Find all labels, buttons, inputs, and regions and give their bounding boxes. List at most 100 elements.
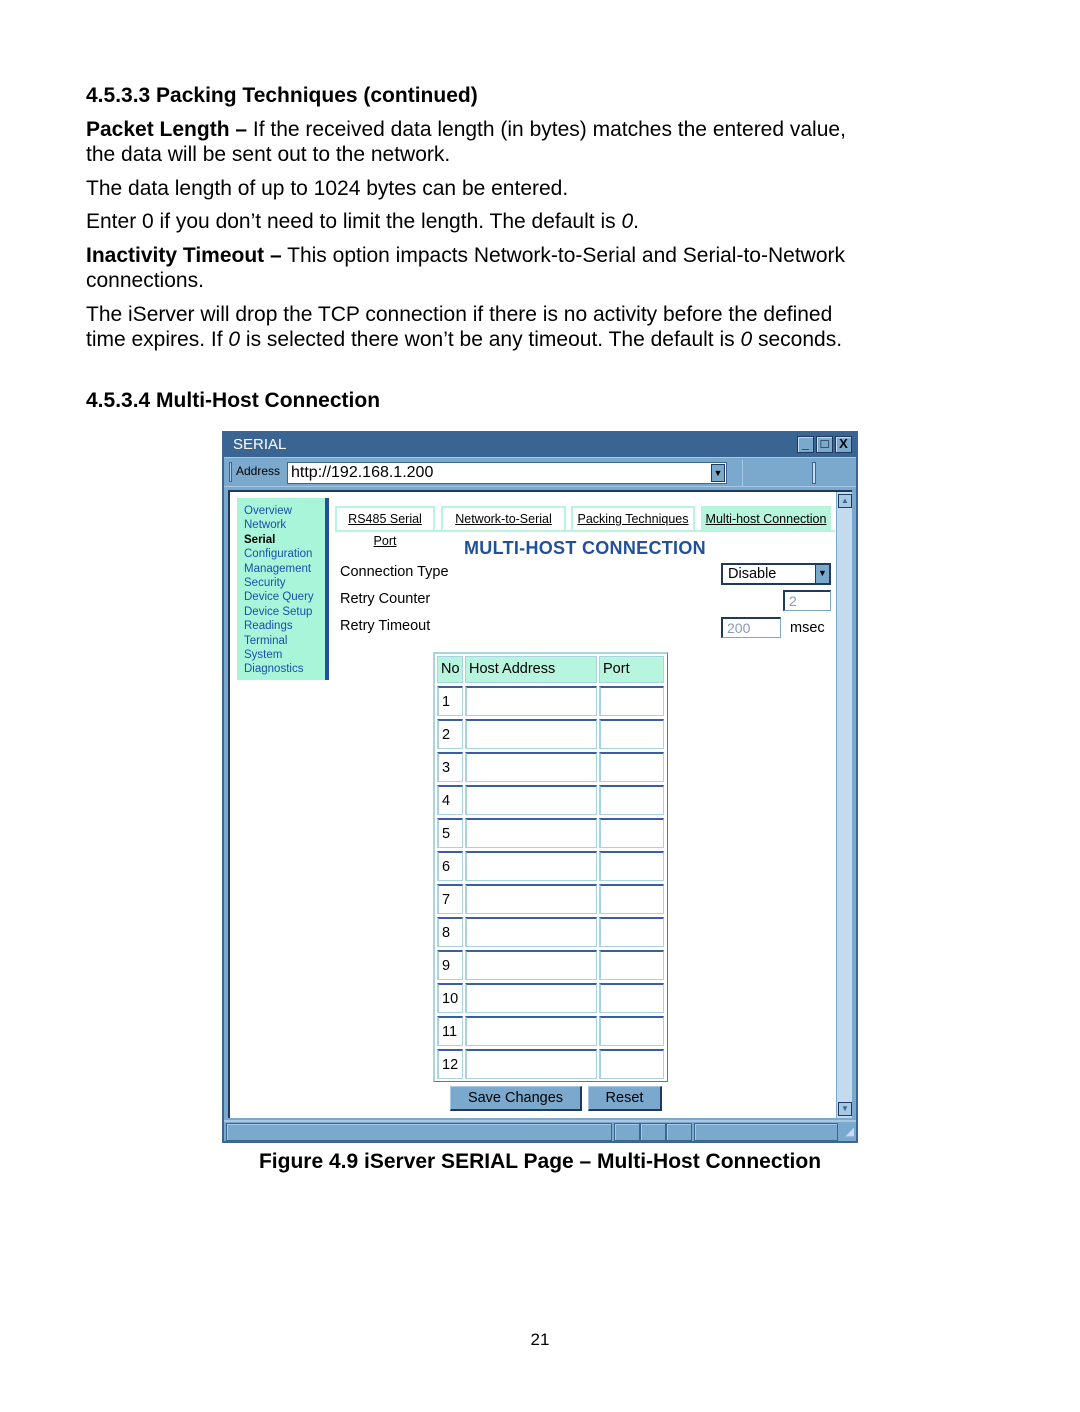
tcp-drop-paragraph: The iServer will drop the TCP connection… (86, 302, 986, 352)
reset-button[interactable]: Reset (588, 1086, 662, 1111)
vertical-scrollbar[interactable]: ▲ ▼ (836, 492, 852, 1118)
sidebar-nav: Overview Network Serial Configuration Ma… (237, 498, 329, 680)
host-address-input[interactable] (465, 785, 597, 815)
chevron-down-icon[interactable]: ▼ (815, 565, 829, 583)
packet-length-term: Packet Length – (86, 118, 248, 141)
retry-timeout-unit: msec (790, 620, 825, 636)
sidebar-item-diagnostics[interactable]: Diagnostics (244, 662, 325, 676)
tab-network-to-serial[interactable]: Network-to-Serial (441, 506, 566, 531)
status-pane-1 (614, 1123, 640, 1141)
column-header-host-address: Host Address (465, 656, 597, 683)
sidebar-item-serial[interactable]: Serial (244, 533, 325, 547)
host-address-input[interactable] (465, 719, 597, 749)
table-header-row: No Host Address Port (437, 656, 665, 683)
scroll-up-icon[interactable]: ▲ (838, 494, 852, 508)
minimize-icon[interactable]: _ (797, 436, 814, 453)
sidebar-item-management[interactable]: Management (244, 562, 325, 576)
host-address-input[interactable] (465, 884, 597, 914)
address-dropdown-icon[interactable]: ▼ (711, 464, 725, 482)
connection-type-value: Disable (728, 566, 777, 582)
address-value: http://192.168.1.200 (291, 464, 434, 481)
address-bar: Address http://192.168.1.200 ▼ (224, 457, 856, 487)
row-number: 9 (437, 950, 463, 980)
host-address-input[interactable] (465, 917, 597, 947)
packet-length-text-1: If the received data length (in bytes) m… (247, 118, 846, 141)
host-address-input[interactable] (465, 818, 597, 848)
port-input[interactable] (599, 983, 664, 1013)
scroll-down-icon[interactable]: ▼ (838, 1102, 852, 1116)
sidebar-item-overview[interactable]: Overview (244, 504, 325, 518)
host-address-input[interactable] (465, 1016, 597, 1046)
host-address-input[interactable] (465, 752, 597, 782)
row-number: 3 (437, 752, 463, 782)
port-input[interactable] (599, 686, 664, 716)
figure-caption: Figure 4.9 iServer SERIAL Page – Multi-H… (258, 1150, 822, 1173)
enter-zero-value: 0 (621, 210, 634, 233)
port-input[interactable] (599, 917, 664, 947)
tab-strip: RS485 Serial Port Network-to-Serial Pack… (335, 506, 835, 548)
maximize-icon[interactable]: □ (816, 436, 833, 453)
sidebar-item-terminal[interactable]: Terminal (244, 634, 325, 648)
table-row: 3 (437, 752, 665, 782)
tab-multi-host-connection[interactable]: Multi-host Connection (701, 506, 831, 531)
port-input[interactable] (599, 1016, 664, 1046)
port-input[interactable] (599, 785, 664, 815)
max-length-paragraph: The data length of up to 1024 bytes can … (86, 177, 569, 200)
table-row: 8 (437, 917, 665, 947)
status-pane-3 (666, 1123, 692, 1141)
row-number: 1 (437, 686, 463, 716)
enter-zero-paragraph: Enter 0 if you don’t need to limit the l… (86, 209, 986, 234)
retry-timeout-label: Retry Timeout (340, 618, 431, 634)
host-address-input[interactable] (465, 1049, 597, 1079)
connection-type-select[interactable]: Disable ▼ (721, 563, 831, 585)
status-pane-2 (640, 1123, 666, 1141)
port-input[interactable] (599, 851, 664, 881)
table-row: 11 (437, 1016, 665, 1046)
connection-type-label: Connection Type (340, 564, 449, 580)
port-input[interactable] (599, 752, 664, 782)
host-address-input[interactable] (465, 686, 597, 716)
tab-rs485-serial-port[interactable]: RS485 Serial Port (335, 506, 435, 548)
row-number: 12 (437, 1049, 463, 1079)
row-number: 2 (437, 719, 463, 749)
page-viewport: Overview Network Serial Configuration Ma… (228, 490, 852, 1118)
table-row: 7 (437, 884, 665, 914)
sidebar-item-device-setup[interactable]: Device Setup (244, 605, 325, 619)
sidebar-item-device-query[interactable]: Device Query (244, 590, 325, 604)
row-number: 5 (437, 818, 463, 848)
retry-counter-input[interactable]: 2 (783, 590, 831, 611)
row-number: 8 (437, 917, 463, 947)
address-input[interactable]: http://192.168.1.200 ▼ (287, 462, 727, 484)
host-address-input[interactable] (465, 983, 597, 1013)
retry-timeout-input[interactable]: 200 (721, 617, 781, 638)
table-row: 9 (437, 950, 665, 980)
host-address-input[interactable] (465, 851, 597, 881)
close-icon[interactable]: X (835, 436, 852, 453)
inactivity-text-2: connections. (86, 269, 204, 292)
host-table: No Host Address Port 1 2 3 4 5 6 7 8 9 10 11 12 (433, 652, 668, 1082)
tcp-drop-text-1: The iServer will drop the TCP connection… (86, 303, 833, 326)
toolbar-grip[interactable] (229, 462, 232, 482)
port-input[interactable] (599, 1049, 664, 1079)
row-number: 7 (437, 884, 463, 914)
port-input[interactable] (599, 884, 664, 914)
inactivity-text-1: This option impacts Network-to-Serial an… (281, 244, 845, 267)
sidebar-item-configuration[interactable]: Configuration (244, 547, 325, 561)
inactivity-timeout-paragraph: Inactivity Timeout – This option impacts… (86, 243, 986, 293)
save-changes-button[interactable]: Save Changes (450, 1086, 582, 1111)
tab-packing-techniques[interactable]: Packing Techniques (571, 506, 695, 531)
resize-grip-icon[interactable]: ◢ (846, 1125, 854, 1138)
sidebar-item-network[interactable]: Network (244, 518, 325, 532)
packet-length-paragraph: Packet Length – If the received data len… (86, 117, 986, 167)
port-input[interactable] (599, 950, 664, 980)
port-input[interactable] (599, 818, 664, 848)
sidebar-item-security[interactable]: Security (244, 576, 325, 590)
title-bar: SERIAL _ □ X (224, 433, 856, 457)
section-title: MULTI-HOST CONNECTION (464, 538, 706, 558)
row-number: 4 (437, 785, 463, 815)
toolbar-grip-2[interactable] (812, 462, 816, 484)
sidebar-item-readings[interactable]: Readings (244, 619, 325, 633)
port-input[interactable] (599, 719, 664, 749)
sidebar-item-system[interactable]: System (244, 648, 325, 662)
host-address-input[interactable] (465, 950, 597, 980)
